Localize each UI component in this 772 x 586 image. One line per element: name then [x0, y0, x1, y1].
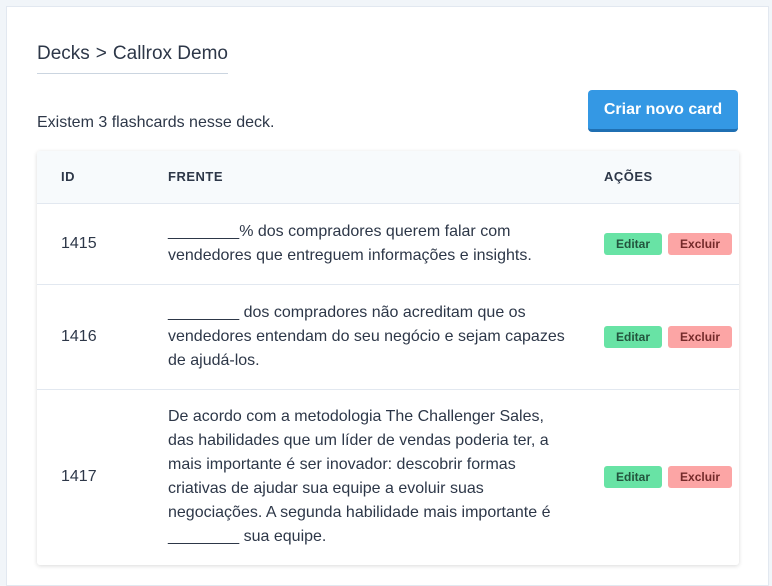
card-id: 1416: [37, 284, 168, 390]
header-front: FRENTE: [168, 151, 604, 204]
flashcards-table-card: ID FRENTE AÇÕES 1415 ________% dos compr…: [37, 151, 739, 565]
table-header-row: ID FRENTE AÇÕES: [37, 151, 739, 204]
card-actions: Editar Excluir: [604, 203, 739, 285]
flashcard-count-text: Existem 3 flashcards nesse deck.: [37, 114, 275, 131]
card-front-cell: ________ dos compradores não acreditam q…: [168, 284, 604, 390]
card-front-text: De acordo com a metodologia The Challeng…: [168, 408, 551, 546]
edit-button[interactable]: Editar: [604, 325, 663, 348]
card-front-text: ________ dos compradores não acreditam q…: [168, 303, 565, 369]
table-row: 1415 ________% dos compradores querem fa…: [37, 203, 739, 285]
card-actions: Editar Excluir: [604, 284, 739, 390]
edit-button[interactable]: Editar: [604, 466, 663, 489]
breadcrumb-separator: >: [95, 43, 107, 64]
card-actions: Editar Excluir: [604, 389, 739, 565]
delete-button[interactable]: Excluir: [668, 325, 733, 348]
breadcrumb-current-deck: Callrox Demo: [112, 43, 228, 64]
card-front-cell: De acordo com a metodologia The Challeng…: [168, 389, 604, 565]
create-card-button[interactable]: Criar novo card: [588, 90, 738, 132]
card-front-text: ________% dos compradores querem falar c…: [168, 222, 532, 264]
breadcrumb-decks-link[interactable]: Decks: [37, 43, 90, 64]
edit-button[interactable]: Editar: [604, 232, 663, 255]
delete-button[interactable]: Excluir: [668, 232, 733, 255]
deck-panel: Decks > Callrox Demo Existem 3 flashcards …: [6, 6, 769, 586]
table-row: 1417 De acordo com a metodologia The Cha…: [37, 389, 739, 565]
card-front-cell: ________% dos compradores querem falar c…: [168, 203, 604, 285]
header-id: ID: [37, 151, 168, 204]
delete-button[interactable]: Excluir: [668, 466, 733, 489]
card-id: 1417: [61, 468, 97, 486]
card-id: 1415: [37, 203, 168, 285]
header-actions: AÇÕES: [604, 151, 739, 204]
flashcards-table: ID FRENTE AÇÕES 1415 ________% dos compr…: [37, 151, 739, 565]
breadcrumb: Decks > Callrox Demo: [37, 43, 228, 74]
table-row: 1416 ________ dos compradores não acredi…: [37, 284, 739, 390]
